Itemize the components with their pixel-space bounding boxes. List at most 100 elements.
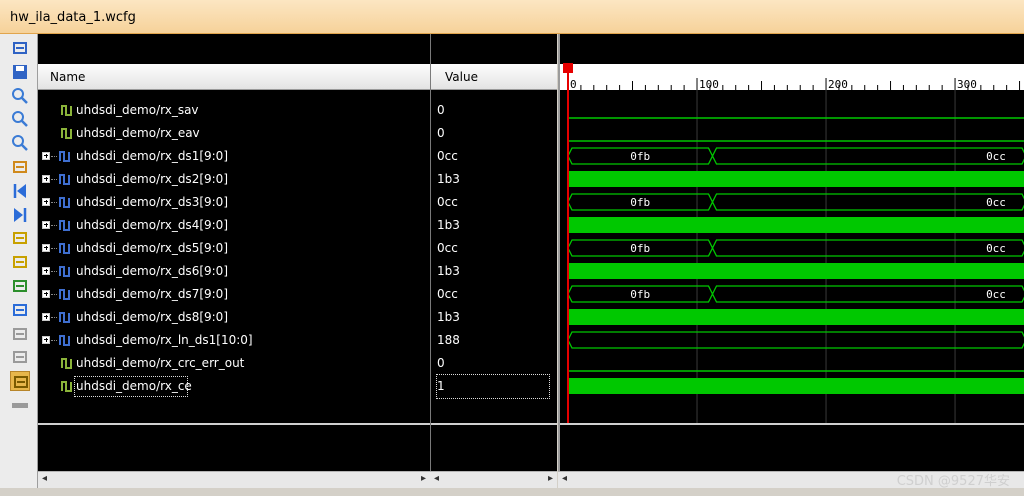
value-column-header[interactable]: Value: [431, 64, 557, 90]
time-ruler: [560, 64, 1024, 90]
previous-transition-icon[interactable]: [10, 228, 30, 248]
signal-row[interactable]: uhdsdi_demo/rx_ds6[9:0]: [38, 260, 430, 283]
window-titlebar: hw_ila_data_1.wcfg: [0, 0, 1024, 34]
next-transition-icon[interactable]: [10, 252, 30, 272]
name-panel-divider: [38, 423, 430, 425]
high-waveform: [568, 309, 1024, 325]
signal-value[interactable]: 0cc: [437, 283, 549, 306]
signal-value[interactable]: 0cc: [437, 191, 549, 214]
logic-signal-icon: [60, 103, 74, 117]
signal-row[interactable]: uhdsdi_demo/rx_ds8[9:0]: [38, 306, 430, 329]
signal-row[interactable]: uhdsdi_demo/rx_sav: [38, 99, 430, 122]
zoom-in-icon[interactable]: [10, 86, 30, 106]
waveform-panel[interactable]: 0 100 200 300 0fb 0cc 0fb 0cc 0fb 0cc 0fb 0cc: [558, 34, 1024, 471]
name-panel-scrollbar[interactable]: ◂ ▸: [38, 471, 430, 488]
signal-name: uhdsdi_demo/rx_ds8[9:0]: [76, 310, 228, 324]
expand-icon[interactable]: [42, 290, 50, 298]
bus-value-label: 0fb: [630, 288, 650, 301]
bus-icon[interactable]: [10, 395, 30, 415]
snap-icon[interactable]: [10, 371, 30, 392]
waveform-canvas[interactable]: 0 100 200 300 0fb 0cc 0fb 0cc 0fb 0cc 0fb 0cc: [560, 34, 1024, 471]
time-ruler-label: 0: [570, 78, 577, 91]
time-ruler-label: 200: [828, 78, 848, 91]
zoom-out-icon[interactable]: [10, 109, 30, 129]
name-header-label: Name: [50, 70, 86, 84]
save-icon[interactable]: [10, 62, 30, 82]
signal-row[interactable]: uhdsdi_demo/rx_ds3[9:0]: [38, 191, 430, 214]
bus-segment: [711, 147, 1024, 165]
next-marker-icon[interactable]: [10, 324, 30, 344]
bus-segment: [711, 239, 1024, 257]
signal-row[interactable]: uhdsdi_demo/rx_ds2[9:0]: [38, 168, 430, 191]
bus-value-label: 0cc: [986, 242, 1006, 255]
cursor-icon[interactable]: [10, 157, 30, 177]
bus-segment: [711, 285, 1024, 303]
signal-name: uhdsdi_demo/rx_ds4[9:0]: [76, 218, 228, 232]
tree-connector: [51, 317, 57, 318]
signal-name: uhdsdi_demo/rx_ln_ds1[10:0]: [76, 333, 253, 347]
signal-value[interactable]: 0cc: [437, 237, 549, 260]
value-panel-scrollbar[interactable]: ◂ ▸: [430, 471, 557, 488]
signal-name: uhdsdi_demo/rx_ds2[9:0]: [76, 172, 228, 186]
expand-icon[interactable]: [42, 336, 50, 344]
expand-icon[interactable]: [42, 244, 50, 252]
signal-row[interactable]: uhdsdi_demo/rx_ln_ds1[10:0]: [38, 329, 430, 352]
value-header-label: Value: [445, 70, 478, 84]
scroll-left-arrow-icon[interactable]: ◂: [434, 473, 439, 484]
signal-value[interactable]: 0: [437, 122, 549, 145]
zoom-fit-icon[interactable]: [10, 133, 30, 153]
signal-value[interactable]: 1b3: [437, 168, 549, 191]
signal-row[interactable]: uhdsdi_demo/rx_ce: [38, 375, 430, 398]
signal-row[interactable]: uhdsdi_demo/rx_ds4[9:0]: [38, 214, 430, 237]
expand-icon[interactable]: [42, 152, 50, 160]
signal-value[interactable]: 188: [437, 329, 549, 352]
signal-row[interactable]: uhdsdi_demo/rx_ds1[9:0]: [38, 145, 430, 168]
scroll-left-arrow-icon[interactable]: ◂: [562, 473, 567, 484]
signal-value[interactable]: 1b3: [437, 260, 549, 283]
bus-value-label: 0cc: [986, 150, 1006, 163]
expand-icon[interactable]: [42, 313, 50, 321]
signal-value[interactable]: 0: [437, 99, 549, 122]
bus-signal-icon: [58, 264, 72, 278]
name-column-header[interactable]: Name: [38, 64, 430, 90]
expand-icon[interactable]: [42, 221, 50, 229]
time-ruler-label: 300: [957, 78, 977, 91]
tree-connector: [51, 294, 57, 295]
signal-name: uhdsdi_demo/rx_ds3[9:0]: [76, 195, 228, 209]
signal-row[interactable]: uhdsdi_demo/rx_ds7[9:0]: [38, 283, 430, 306]
bus-value-label: 0cc: [986, 196, 1006, 209]
signal-value[interactable]: 0cc: [437, 145, 549, 168]
last-edge-icon[interactable]: [10, 205, 30, 225]
signal-row[interactable]: uhdsdi_demo/rx_eav: [38, 122, 430, 145]
scroll-right-arrow-icon[interactable]: ▸: [421, 473, 426, 484]
signal-name: uhdsdi_demo/rx_sav: [76, 103, 199, 117]
waveform-divider: [560, 423, 1024, 425]
previous-marker-icon[interactable]: [10, 300, 30, 320]
bus-segment: [567, 331, 1024, 349]
tree-connector: [51, 225, 57, 226]
expand-icon[interactable]: [42, 175, 50, 183]
go-to-end-icon[interactable]: [10, 38, 30, 58]
expand-icon[interactable]: [42, 267, 50, 275]
time-ruler-label: 100: [699, 78, 719, 91]
tree-connector: [51, 271, 57, 272]
signal-value[interactable]: 1b3: [437, 214, 549, 237]
signal-name: uhdsdi_demo/rx_crc_err_out: [76, 356, 245, 370]
swap-cursors-icon[interactable]: [10, 347, 30, 367]
logic-signal-icon: [60, 356, 74, 370]
first-edge-icon[interactable]: [10, 181, 30, 201]
bus-signal-icon: [58, 218, 72, 232]
tree-connector: [51, 179, 57, 180]
signal-value[interactable]: 1b3: [437, 306, 549, 329]
watermark: CSDN @9527华安: [896, 474, 1010, 489]
signal-row[interactable]: uhdsdi_demo/rx_crc_err_out: [38, 352, 430, 375]
high-waveform: [568, 217, 1024, 233]
scroll-left-arrow-icon[interactable]: ◂: [42, 473, 47, 484]
expand-icon[interactable]: [42, 198, 50, 206]
bus-value-label: 0fb: [630, 150, 650, 163]
scroll-right-arrow-icon[interactable]: ▸: [548, 473, 553, 484]
signal-value[interactable]: 1: [436, 374, 550, 399]
signal-row[interactable]: uhdsdi_demo/rx_ds5[9:0]: [38, 237, 430, 260]
signal-value[interactable]: 0: [437, 352, 549, 375]
add-marker-icon[interactable]: [10, 276, 30, 296]
